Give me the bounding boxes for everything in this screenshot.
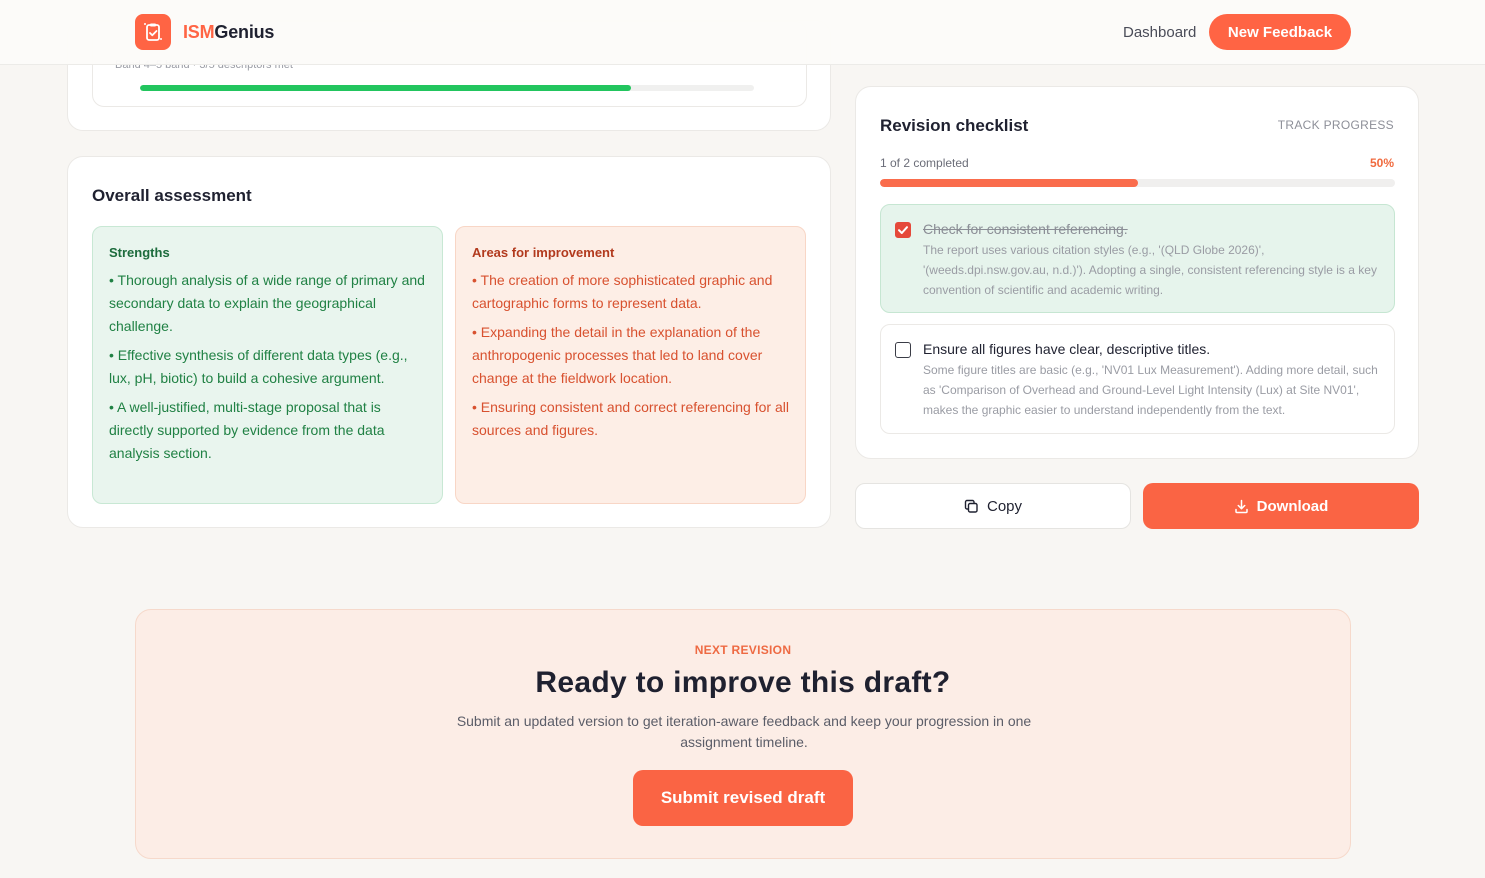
checklist-item-desc: Some figure titles are basic (e.g., 'NV0…	[923, 363, 1378, 417]
check-icon	[898, 226, 908, 234]
checklist-progress-fill	[880, 179, 1138, 187]
new-feedback-button[interactable]: New Feedback	[1209, 14, 1351, 50]
improvements-title: Areas for improvement	[472, 245, 615, 260]
improvement-item: • Expanding the detail in the explanatio…	[472, 324, 763, 386]
checklist-item[interactable]: Check for consistent referencing. The re…	[880, 204, 1395, 313]
nav-dashboard-link[interactable]: Dashboard	[1123, 24, 1196, 41]
brand-name-part2: Genius	[214, 21, 275, 42]
strengths-list: • Thorough analysis of a wide range of p…	[109, 269, 426, 465]
band-progress-bar	[140, 85, 754, 91]
checkbox-checked[interactable]	[895, 222, 911, 238]
copy-icon	[964, 499, 978, 513]
cta-subtitle: Submit an updated version to get iterati…	[456, 713, 1032, 750]
brand-logo[interactable]: ISMGenius	[135, 14, 274, 50]
checklist-item-title: Check for consistent referencing.	[923, 221, 1128, 237]
strength-item: • Thorough analysis of a wide range of p…	[109, 272, 425, 334]
checklist-item[interactable]: Ensure all figures have clear, descripti…	[880, 324, 1395, 434]
brand-name: ISMGenius	[183, 22, 274, 43]
copy-label: Copy	[986, 497, 1023, 515]
section-title: Overall assessment	[92, 186, 252, 205]
band-progress-fill	[140, 85, 632, 91]
checklist-item-title: Ensure all figures have clear, descripti…	[923, 341, 1211, 357]
cta-eyebrow: NEXT REVISION	[694, 643, 792, 657]
download-label: Download	[1256, 497, 1329, 515]
overall-assessment-card: Overall assessment Strengths • Thorough …	[67, 156, 831, 528]
brand-name-part1: ISM	[183, 21, 215, 42]
download-button[interactable]: Download	[1143, 483, 1419, 529]
next-revision-cta: NEXT REVISION Ready to improve this draf…	[135, 609, 1351, 859]
improvement-item: • Ensuring consistent and correct refere…	[472, 399, 789, 438]
strengths-panel: Strengths • Thorough analysis of a wide …	[92, 226, 443, 504]
track-progress-link[interactable]: TRACK PROGRESS	[1278, 118, 1394, 132]
checkbox-unchecked[interactable]	[895, 342, 911, 358]
strength-item: • Effective synthesis of different data …	[109, 347, 408, 386]
cta-title: Ready to improve this draft?	[535, 666, 951, 699]
improvement-item: • The creation of more sophisticated gra…	[472, 272, 773, 311]
checklist-progress-bar	[880, 179, 1395, 187]
copy-button[interactable]: Copy	[855, 483, 1131, 529]
strengths-title: Strengths	[109, 245, 170, 260]
improvements-panel: Areas for improvement • The creation of …	[455, 226, 806, 504]
improvements-list: • The creation of more sophisticated gra…	[472, 269, 789, 442]
download-icon	[1234, 499, 1248, 513]
checklist-progress-label: 1 of 2 completed	[880, 156, 969, 170]
clipboard-check-icon	[135, 14, 171, 50]
checklist-progress-percent: 50%	[1369, 156, 1394, 170]
top-navbar: ISMGenius Dashboard New Feedback	[0, 0, 1485, 65]
checklist-item-desc: The report uses various citation styles …	[923, 243, 1377, 297]
revision-checklist-card: Revision checklist TRACK PROGRESS 1 of 2…	[855, 86, 1419, 459]
submit-revised-draft-button[interactable]: Submit revised draft	[633, 770, 853, 826]
strength-item: • A well-justified, multi-stage proposal…	[109, 399, 385, 461]
checklist-title: Revision checklist	[880, 116, 1029, 135]
